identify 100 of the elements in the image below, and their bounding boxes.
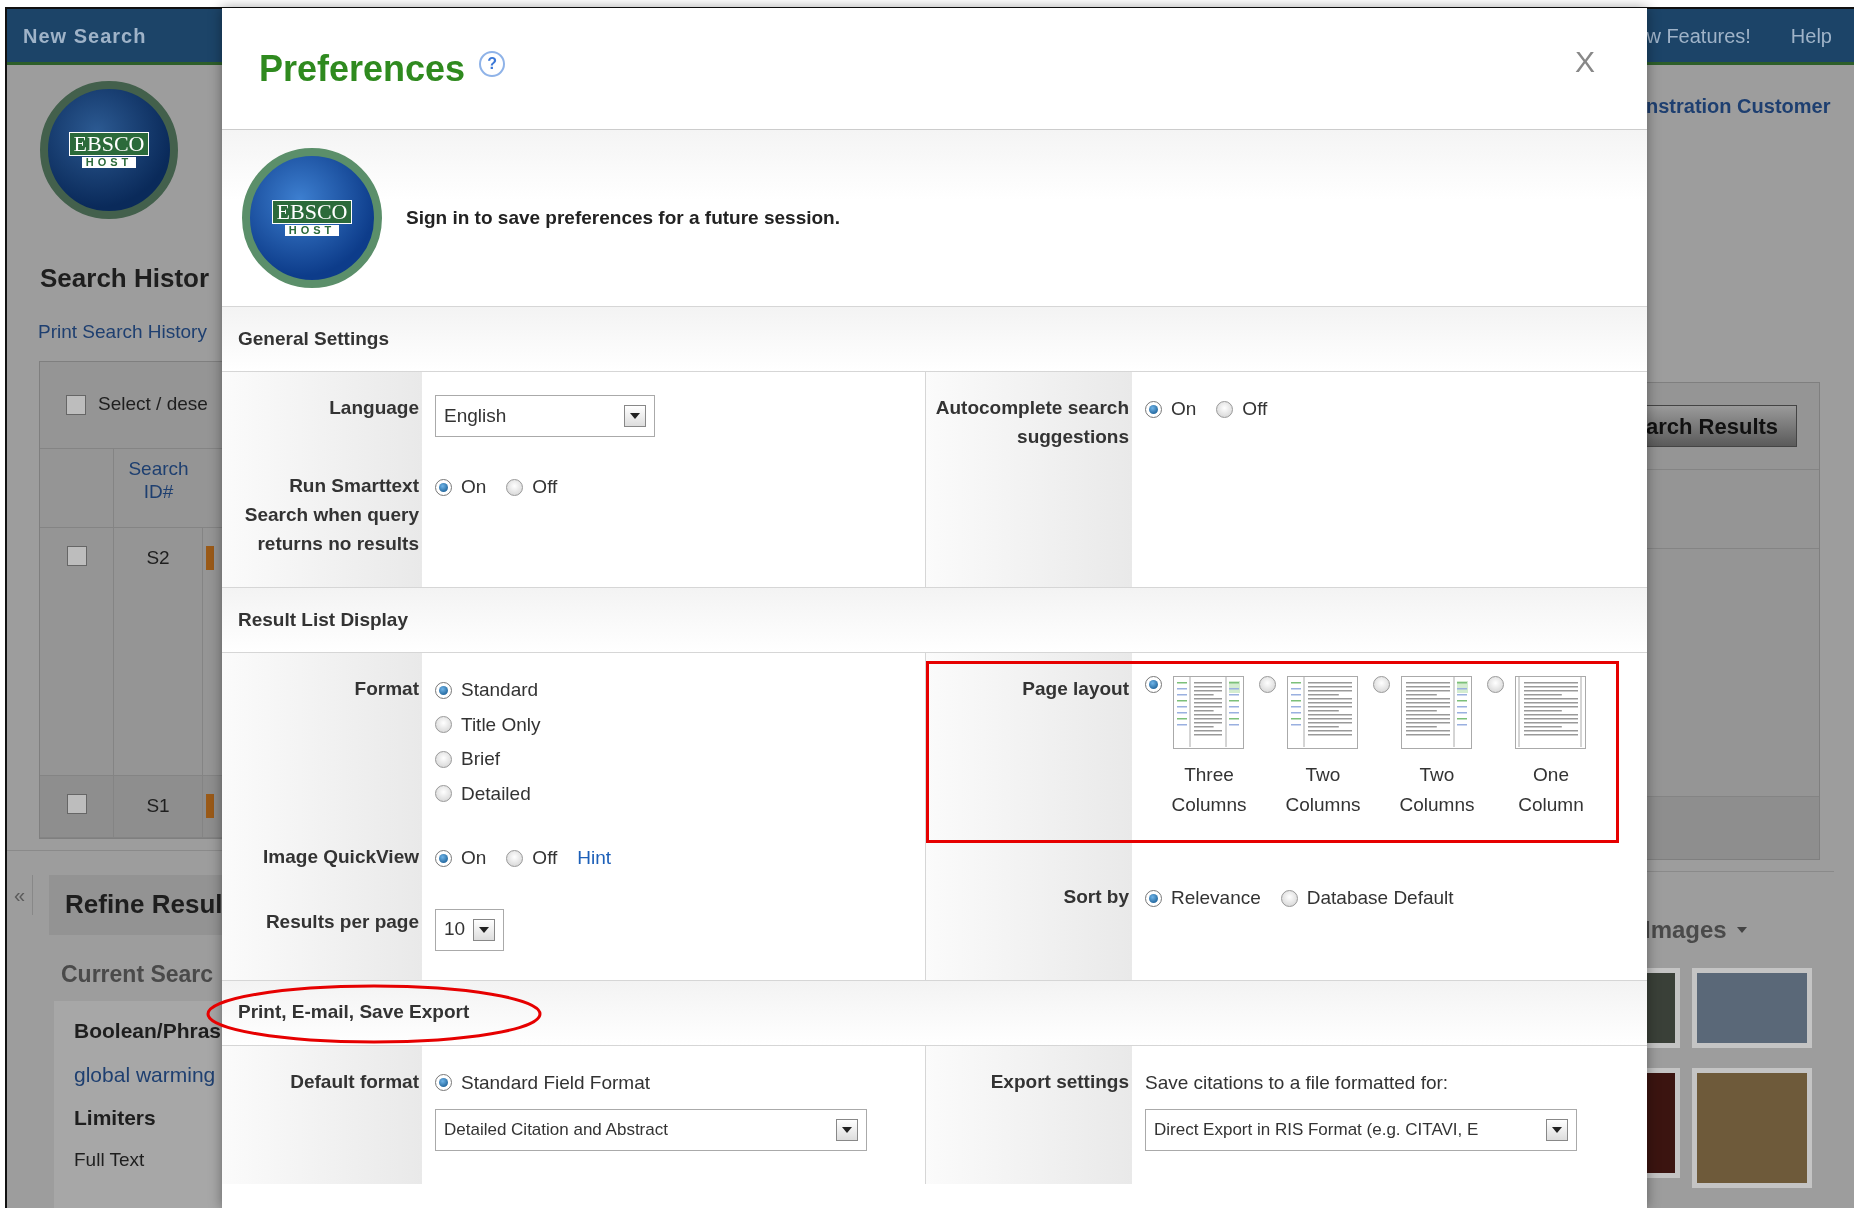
radio-button[interactable]: [506, 478, 524, 496]
radio-label: On: [461, 475, 487, 499]
select-value: Detailed Citation and Abstract: [444, 1119, 668, 1142]
radio-button[interactable]: [1145, 889, 1162, 907]
section-title: General Settings: [238, 326, 389, 351]
column-header[interactable]: Search ID#: [114, 448, 203, 527]
caret-icon: [1552, 1127, 1562, 1133]
three-column-layout-icon: [1173, 676, 1245, 750]
radio-label: Title Only: [461, 712, 541, 737]
logo-subtext: HOST: [284, 225, 340, 236]
logo-text: EBSCO: [271, 200, 353, 224]
results-per-page-select[interactable]: 10: [435, 908, 505, 951]
radio-button[interactable]: [1145, 400, 1162, 418]
search-results-button[interactable]: arch Results: [1644, 405, 1798, 447]
radio-label: Off: [532, 475, 558, 499]
dropdown-arrow-button[interactable]: [473, 918, 496, 941]
dropdown-arrow-button[interactable]: [624, 405, 646, 427]
current-search-title: Current Searc: [60, 959, 215, 989]
select-value: English: [444, 403, 507, 428]
radio-label: On: [461, 846, 487, 870]
caret-icon: [479, 926, 490, 933]
layout-label: Two Columns: [1398, 763, 1476, 817]
radio-label: Database Default: [1306, 886, 1454, 910]
right-sidebar-layout-icon: [1401, 676, 1473, 750]
radio-button[interactable]: [1280, 889, 1298, 907]
radio-button[interactable]: [435, 1074, 452, 1092]
radio-label: Off: [1242, 397, 1268, 421]
sign-in-message: Sign in to save preferences for a future session.: [406, 205, 840, 230]
print-search-history-link[interactable]: Print Search History: [7, 318, 224, 347]
images-title: Images: [1644, 915, 1727, 945]
radio-label: Relevance: [1171, 886, 1261, 910]
user-name: nstration Customer: [1645, 94, 1832, 119]
layout-label: Three Columns: [1170, 763, 1248, 817]
radio-label: Standard Field Format: [461, 1070, 651, 1095]
dropdown-arrow-button[interactable]: [1546, 1119, 1568, 1141]
radio-label: Brief: [461, 747, 501, 771]
field-label: Image QuickView: [263, 846, 419, 867]
radio-label: Standard: [461, 678, 539, 702]
language-select[interactable]: English: [435, 395, 655, 437]
radio-button[interactable]: [435, 478, 452, 496]
radio-button[interactable]: [1145, 676, 1162, 693]
checkbox[interactable]: [66, 394, 86, 415]
dialog-title: Preferences: [259, 46, 466, 91]
field-label: Autocomplete search suggestions: [935, 397, 1129, 447]
caret-icon: [630, 413, 640, 419]
radio-button[interactable]: [435, 681, 452, 699]
radio-button[interactable]: [1487, 676, 1504, 693]
radio-label: On: [1171, 397, 1197, 421]
boolean-label: Boolean/Phras: [74, 1018, 223, 1044]
caret-icon: [842, 1127, 852, 1133]
caret-icon: [1736, 927, 1747, 933]
result-icon: [206, 545, 214, 570]
field-label: Language: [329, 397, 419, 418]
nav-link[interactable]: Help: [1790, 20, 1832, 51]
row-checkbox[interactable]: [66, 545, 87, 566]
left-sidebar-layout-icon: [1287, 676, 1359, 750]
radio-button[interactable]: [1259, 676, 1276, 693]
logo-subtext: HOST: [81, 157, 137, 168]
field-label: Format: [354, 678, 419, 699]
section-title: Print, E-mail, Save Export: [238, 1000, 470, 1025]
limiters-label: Limiters: [74, 1105, 157, 1131]
search-id-cell: S1: [114, 775, 203, 837]
radio-label: Detailed: [461, 781, 531, 806]
select-all-label: Select / dese: [98, 392, 208, 417]
close-button[interactable]: X: [1575, 39, 1595, 84]
layout-label: Two Columns: [1284, 763, 1362, 817]
field-label: Page layout: [1022, 678, 1129, 699]
radio-button[interactable]: [435, 716, 452, 734]
radio-button[interactable]: [1373, 676, 1390, 693]
radio-button[interactable]: [506, 849, 524, 867]
radio-label: Off: [532, 846, 558, 870]
field-label: Sort by: [1063, 886, 1129, 907]
select-value: Direct Export in RIS Format (e.g. CITAVI, E: [1154, 1119, 1479, 1142]
dropdown-select[interactable]: Detailed Citation and Abstract: [435, 1109, 867, 1151]
dropdown-arrow-button[interactable]: [836, 1119, 858, 1141]
radio-button[interactable]: [435, 849, 452, 867]
search-id-cell: S2: [114, 527, 203, 775]
refine-results-title: Refine Resul: [65, 888, 223, 921]
layout-label: One Column: [1517, 763, 1585, 817]
export-instructions: Save citations to a file formatted for:: [1145, 1070, 1450, 1095]
result-icon: [206, 793, 214, 818]
field-label: Default format: [290, 1070, 419, 1092]
hint-link[interactable]: Hint: [577, 844, 612, 873]
select-value: 10: [444, 917, 466, 942]
radio-button[interactable]: [1216, 400, 1234, 418]
field-label: Run Smarttext Search when query returns no results: [244, 475, 419, 554]
query-link[interactable]: global warming: [74, 1058, 224, 1090]
radio-button[interactable]: [435, 785, 452, 803]
field-label: Results per page: [265, 910, 419, 932]
dropdown-select[interactable]: Direct Export in RIS Format (e.g. CITAVI, E: [1145, 1109, 1577, 1151]
row-checkbox[interactable]: [66, 793, 87, 814]
nav-link[interactable]: w Features!: [1646, 20, 1751, 51]
logo-text: EBSCO: [68, 132, 150, 156]
field-label: Export settings: [990, 1070, 1129, 1092]
search-history-title: Search Histor: [39, 262, 211, 295]
collapse-sidebar-button[interactable]: «: [7, 874, 33, 915]
single-column-layout-icon: [1515, 676, 1587, 750]
radio-button[interactable]: [435, 750, 452, 768]
nav-link[interactable]: New Search: [23, 20, 147, 51]
help-icon[interactable]: ?: [479, 50, 506, 77]
